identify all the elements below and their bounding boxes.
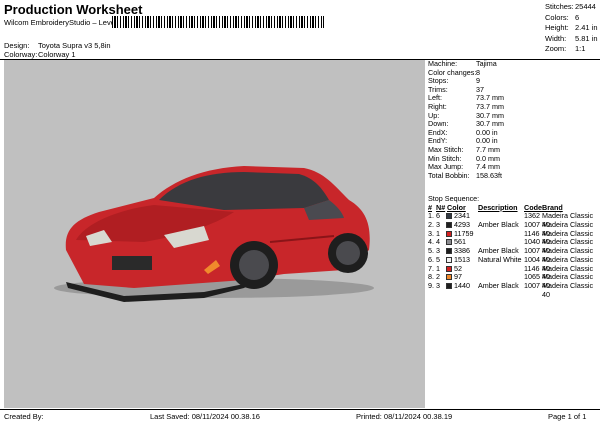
page-number: Page 1 of 1 <box>548 412 587 421</box>
design-name: Toyota Supra v3 5,8in <box>38 41 111 50</box>
car-embroidery-image <box>54 166 374 302</box>
color-swatch <box>446 256 452 263</box>
colorway-label: Colorway: <box>4 50 38 59</box>
color-swatch <box>446 282 452 289</box>
stat-label: Colors: <box>545 12 569 22</box>
colorway-name: Colorway 1 <box>38 50 76 59</box>
color-id: 1440 <box>454 280 470 290</box>
stat-value: 5.81 in <box>575 33 598 43</box>
color-swatch <box>446 265 452 272</box>
color-swatch <box>446 230 452 237</box>
stat-label: Width: <box>545 33 567 43</box>
info-label: Total Bobbin: <box>428 170 470 180</box>
stat-value: 6 <box>575 12 580 22</box>
color-swatch <box>446 222 452 229</box>
design-label: Design: <box>4 41 30 50</box>
design-stats: Stitches: 25444 Colors: 6 Height: 2.41 in W… <box>545 2 598 55</box>
color-code: 1007 <box>524 280 540 290</box>
page-title: Production Worksheet <box>4 2 143 17</box>
color-swatch <box>446 248 452 255</box>
barcode <box>112 16 324 28</box>
stop-row: 9. 3 1440 Amber Black 1007 Madeira Classic 40 <box>426 280 600 299</box>
stat-value: 25444 <box>575 2 596 11</box>
footer-divider <box>0 409 600 410</box>
printed-date: Printed: 08/11/2024 00.38.19 <box>356 412 453 421</box>
color-description: Natural White <box>478 254 522 264</box>
col-description: Description <box>478 202 518 212</box>
color-swatch <box>446 213 452 220</box>
color-swatch <box>446 274 452 281</box>
stop-number: 9. <box>428 280 434 290</box>
machine-info-panel: Machine: Tajima Color changes: 8 Stops: 9 T… <box>426 59 600 180</box>
last-saved: Last Saved: 08/11/2024 00.38.16 <box>150 412 260 421</box>
stat-label: Zoom: <box>545 44 567 54</box>
stat-label: Height: <box>545 23 569 33</box>
stat-label: Stitches: <box>545 2 574 11</box>
color-description: Amber Black <box>478 280 519 290</box>
stat-value: 1:1 <box>575 44 586 54</box>
color-description: Amber Black <box>478 220 519 230</box>
stat-value: 2.41 in <box>575 23 598 33</box>
stop-sequence-table: Stop Sequence: # N# Color Description Co… <box>426 194 600 299</box>
color-swatch <box>446 239 452 246</box>
design-preview <box>4 60 425 408</box>
needle-number: 3 <box>436 280 440 290</box>
created-by: Created By: <box>4 412 44 421</box>
thread-brand: Madeira Classic 40 <box>542 280 594 299</box>
info-value: 158.63ft <box>476 170 502 180</box>
